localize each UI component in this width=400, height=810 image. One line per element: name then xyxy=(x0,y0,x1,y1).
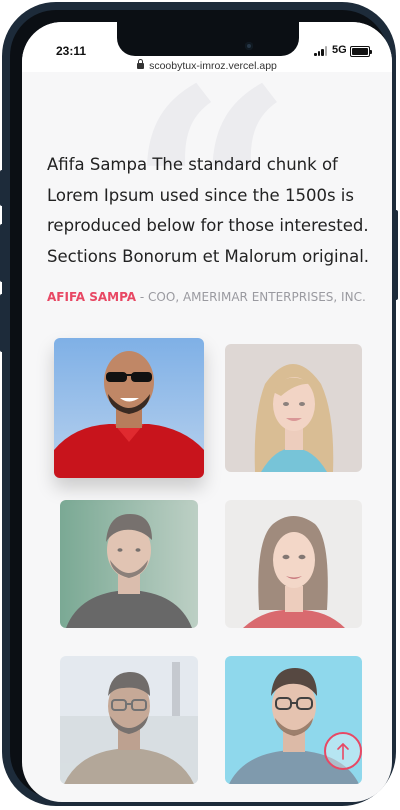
power-button xyxy=(394,210,398,300)
phone-frame: 23:11 5G scoobytux-imroz.vercel.app “ Af… xyxy=(0,2,398,806)
signal-icon xyxy=(314,46,328,56)
testimonial-author: AFIFA SAMPA - COO, AMERIMAR ENTERPRISES,… xyxy=(47,290,366,304)
battery-icon xyxy=(350,46,372,57)
avatar-man-sunglasses-image xyxy=(54,338,204,478)
avatar-woman-wet-hair-image xyxy=(225,500,362,628)
author-role: - COO, AMERIMAR ENTERPRISES, INC. xyxy=(136,290,366,304)
status-time: 23:11 xyxy=(56,44,87,58)
testimonial-quote: Afifa Sampa The standard chunk of Lorem … xyxy=(47,155,370,266)
avatar-blonde-woman-image xyxy=(225,344,362,472)
avatar-man-sunglasses[interactable] xyxy=(54,338,204,478)
avatar-woman-wet-hair[interactable] xyxy=(225,500,362,628)
phone-bezel: 23:11 5G scoobytux-imroz.vercel.app “ Af… xyxy=(10,10,392,802)
network-label: 5G xyxy=(332,44,347,56)
scroll-to-top-button[interactable] xyxy=(324,732,362,770)
screen: 23:11 5G scoobytux-imroz.vercel.app “ Af… xyxy=(22,22,392,802)
avatar-blonde-woman[interactable] xyxy=(225,344,362,472)
avatar-man-black-shirt[interactable] xyxy=(60,500,198,628)
volume-up-button xyxy=(0,224,4,282)
avatar-man-black-shirt-image xyxy=(60,500,198,628)
mute-switch xyxy=(0,170,4,206)
author-name: AFIFA SAMPA xyxy=(47,290,137,304)
arrow-up-icon xyxy=(337,743,349,760)
avatar-man-glasses-beach[interactable] xyxy=(60,656,198,784)
volume-down-button xyxy=(0,294,4,352)
avatar-man-glasses-beach-image xyxy=(60,656,198,784)
